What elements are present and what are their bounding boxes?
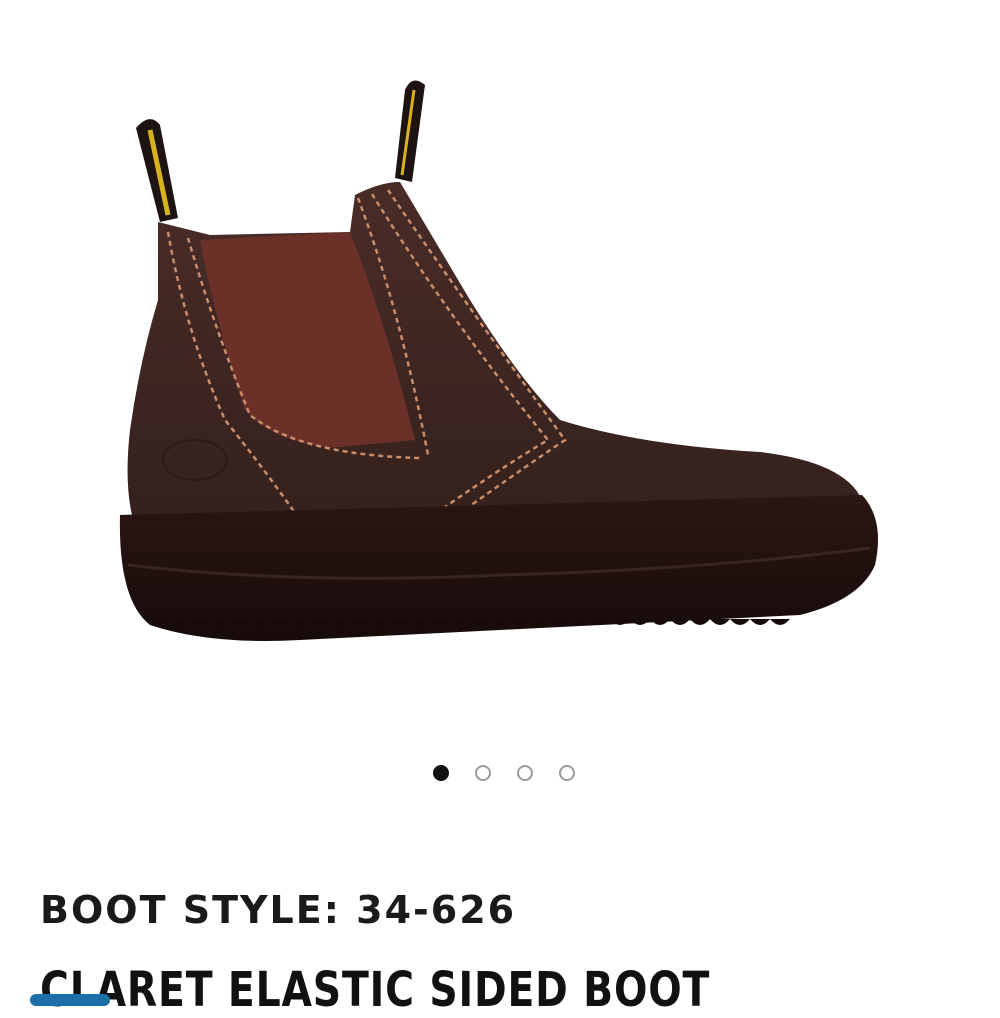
carousel-dot-1[interactable] xyxy=(433,765,449,781)
product-image[interactable] xyxy=(0,0,1000,730)
carousel-dot-4[interactable] xyxy=(559,765,575,781)
carousel-dot-2[interactable] xyxy=(475,765,491,781)
accent-bar xyxy=(30,994,110,1006)
product-title: CLARET ELASTIC SIDED BOOT xyxy=(40,962,711,1018)
carousel-dot-3[interactable] xyxy=(517,765,533,781)
boot-image xyxy=(119,80,879,641)
front-pull-tab xyxy=(395,80,425,182)
image-carousel-dots xyxy=(0,762,1000,784)
boot-style-code: BOOT STYLE: 34-626 xyxy=(40,888,517,932)
